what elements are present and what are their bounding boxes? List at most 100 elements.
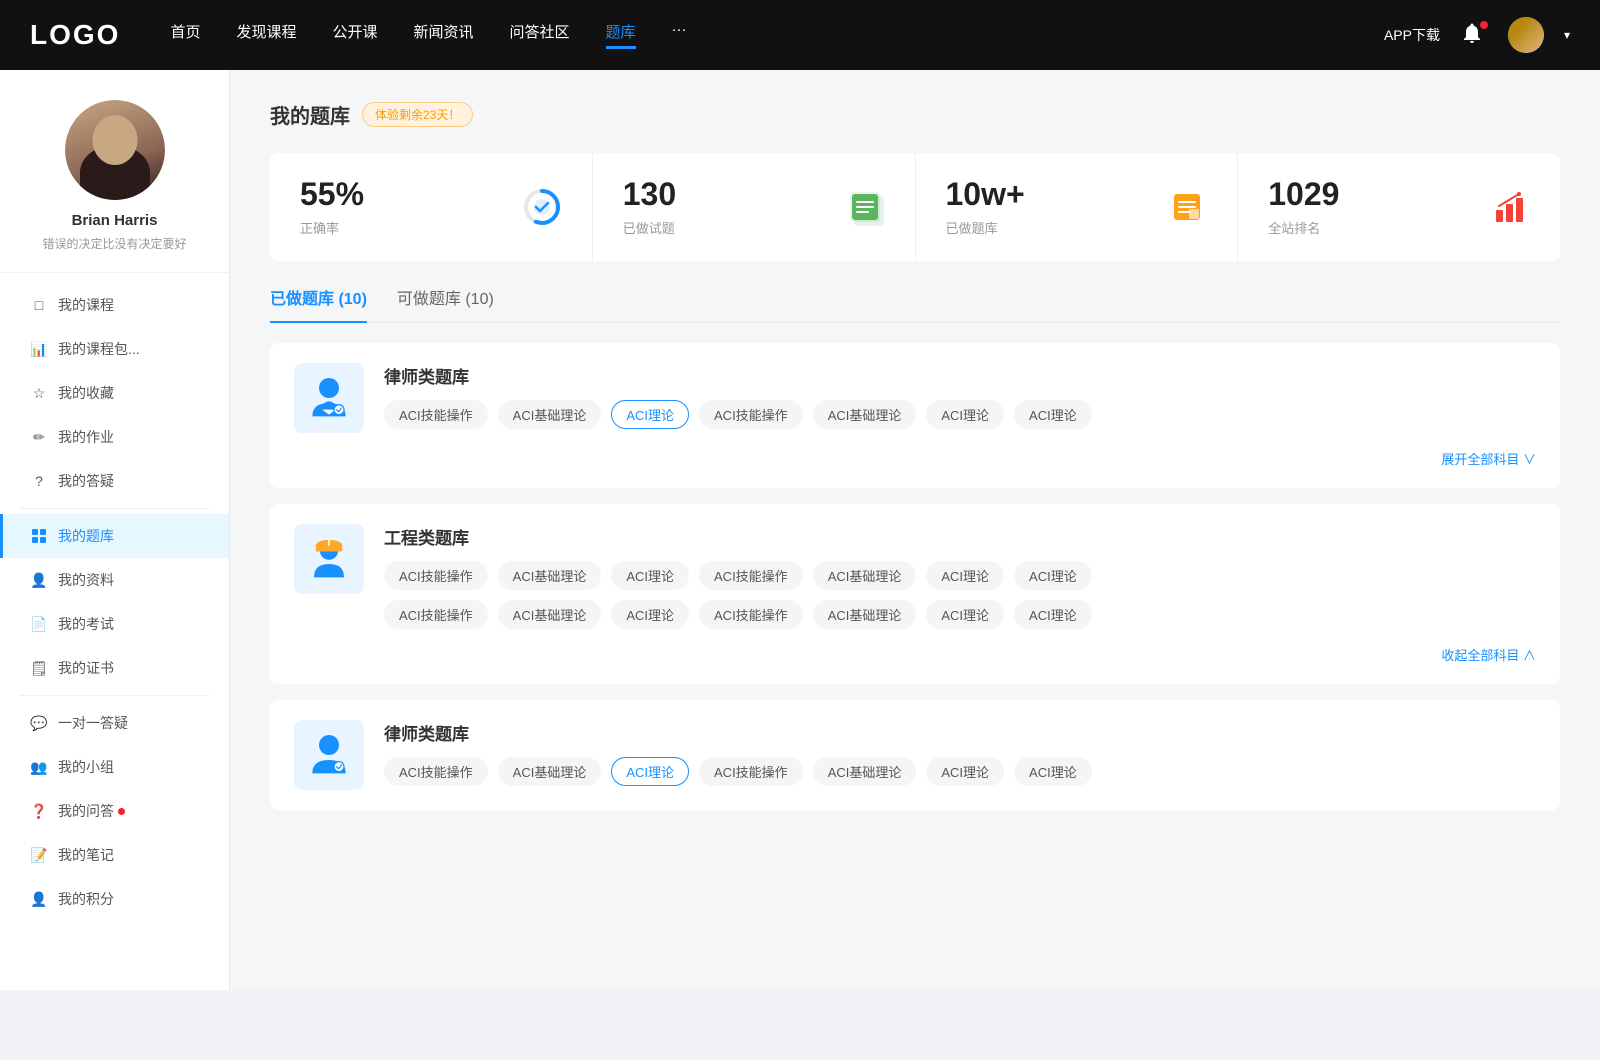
stat-questions-done: 130 已做试题 <box>593 153 916 261</box>
question-circle-icon: ? <box>30 472 48 490</box>
tag-lawyer-1-1[interactable]: ACI基础理论 <box>498 400 602 429</box>
navbar-right: APP下载 ▾ <box>1384 17 1570 53</box>
tags-lawyer-2: ACI技能操作 ACI基础理论 ACI理论 ACI技能操作 ACI基础理论 AC… <box>384 757 1536 786</box>
navbar: LOGO 首页 发现课程 公开课 新闻资讯 问答社区 题库 ··· APP下载 … <box>0 0 1600 70</box>
sidebar-item-homework[interactable]: ✏ 我的作业 <box>0 415 229 459</box>
tag-eng-0[interactable]: ACI技能操作 <box>384 561 488 590</box>
page-wrapper: Brian Harris 错误的决定比没有决定要好 □ 我的课程 📊 我的课程包… <box>0 70 1600 990</box>
sidebar-item-my-courses[interactable]: □ 我的课程 <box>0 283 229 327</box>
points-icon: 👤 <box>30 890 48 908</box>
sidebar-item-groups[interactable]: 👥 我的小组 <box>0 745 229 789</box>
tag-eng-5[interactable]: ACI理论 <box>926 561 1004 590</box>
notification-bell[interactable] <box>1460 21 1488 49</box>
tag-eng-6[interactable]: ACI理论 <box>1014 561 1092 590</box>
stat-questions-label: 已做试题 <box>623 218 829 237</box>
notes-icon: 📝 <box>30 846 48 864</box>
tag-eng-9[interactable]: ACI理论 <box>611 600 689 629</box>
tag-eng-11[interactable]: ACI基础理论 <box>813 600 917 629</box>
tag-lawyer-1-5[interactable]: ACI理论 <box>926 400 1004 429</box>
tags-engineer-row2: ACI技能操作 ACI基础理论 ACI理论 ACI技能操作 ACI基础理论 AC… <box>384 600 1536 629</box>
tag-lawyer-1-6[interactable]: ACI理论 <box>1014 400 1092 429</box>
tag-lawyer-2-1[interactable]: ACI基础理论 <box>498 757 602 786</box>
tags-lawyer-1: ACI技能操作 ACI基础理论 ACI理论 ACI技能操作 ACI基础理论 AC… <box>384 400 1536 429</box>
tag-lawyer-2-2[interactable]: ACI理论 <box>611 757 689 786</box>
tag-lawyer-2-0[interactable]: ACI技能操作 <box>384 757 488 786</box>
profile-motto: 错误的决定比没有决定要好 <box>42 235 186 252</box>
sidebar-item-my-qa[interactable]: ❓ 我的问答 <box>0 789 229 833</box>
sidebar-item-exams[interactable]: 📄 我的考试 <box>0 602 229 646</box>
nav-open-course[interactable]: 公开课 <box>332 21 377 49</box>
page-title: 我的题库 <box>270 100 350 129</box>
sidebar-item-materials[interactable]: 👤 我的资料 <box>0 558 229 602</box>
sidebar-item-course-packages[interactable]: 📊 我的课程包... <box>0 327 229 371</box>
stat-rank: 1029 全站排名 <box>1238 153 1560 261</box>
sidebar-item-qa[interactable]: ? 我的答疑 <box>0 459 229 503</box>
tag-lawyer-1-0[interactable]: ACI技能操作 <box>384 400 488 429</box>
bank-icon-engineer <box>294 524 364 594</box>
tag-eng-13[interactable]: ACI理论 <box>1014 600 1092 629</box>
tabs-row: 已做题库 (10) 可做题库 (10) <box>270 285 1560 323</box>
expand-lawyer-1[interactable]: 展开全部科目 ∨ <box>1441 449 1536 468</box>
sidebar-profile: Brian Harris 错误的决定比没有决定要好 <box>0 100 229 273</box>
bank-footer-lawyer-1: 展开全部科目 ∨ <box>294 441 1536 468</box>
tag-lawyer-2-6[interactable]: ACI理论 <box>1014 757 1092 786</box>
bank-info-engineer: 工程类题库 ACI技能操作 ACI基础理论 ACI理论 ACI技能操作 ACI基… <box>384 524 1536 629</box>
sidebar-item-favorites[interactable]: ☆ 我的收藏 <box>0 371 229 415</box>
sidebar-item-question-bank[interactable]: 我的题库 <box>0 514 229 558</box>
sidebar: Brian Harris 错误的决定比没有决定要好 □ 我的课程 📊 我的课程包… <box>0 70 230 990</box>
sidebar-item-certificates[interactable]: 🗒 我的证书 <box>0 646 229 690</box>
group-icon: 👥 <box>30 758 48 776</box>
stat-banks-done: 10w+ 已做题库 <box>916 153 1239 261</box>
nav-more[interactable]: ··· <box>672 21 687 49</box>
nav-qa[interactable]: 问答社区 <box>510 21 570 49</box>
sidebar-item-notes[interactable]: 📝 我的笔记 <box>0 833 229 877</box>
tag-eng-12[interactable]: ACI理论 <box>926 600 1004 629</box>
tags-engineer-row1: ACI技能操作 ACI基础理论 ACI理论 ACI技能操作 ACI基础理论 AC… <box>384 561 1536 590</box>
sidebar-item-one-on-one[interactable]: 💬 一对一答疑 <box>0 701 229 745</box>
tag-eng-4[interactable]: ACI基础理论 <box>813 561 917 590</box>
rank-icon <box>1490 187 1530 227</box>
nav-home[interactable]: 首页 <box>170 21 200 49</box>
tag-lawyer-1-4[interactable]: ACI基础理论 <box>813 400 917 429</box>
stat-banks-label: 已做题库 <box>946 218 1152 237</box>
stat-accuracy-value: 55% <box>300 177 506 212</box>
questions-icon <box>845 187 885 227</box>
nav-discover[interactable]: 发现课程 <box>236 21 296 49</box>
qa-icon: ❓ <box>30 802 48 820</box>
sidebar-item-points[interactable]: 👤 我的积分 <box>0 877 229 921</box>
stat-rank-value: 1029 <box>1268 177 1474 212</box>
tag-eng-10[interactable]: ACI技能操作 <box>699 600 803 629</box>
bank-name-lawyer-2: 律师类题库 <box>384 720 1536 745</box>
tag-lawyer-2-5[interactable]: ACI理论 <box>926 757 1004 786</box>
accuracy-icon <box>522 187 562 227</box>
avatar <box>65 100 165 200</box>
app-download-button[interactable]: APP下载 <box>1384 25 1440 45</box>
bank-footer-engineer: 收起全部科目 ∧ <box>294 637 1536 664</box>
tag-eng-2[interactable]: ACI理论 <box>611 561 689 590</box>
tag-eng-7[interactable]: ACI技能操作 <box>384 600 488 629</box>
bank-info-lawyer-1: 律师类题库 ACI技能操作 ACI基础理论 ACI理论 ACI技能操作 ACI基… <box>384 363 1536 429</box>
message-icon: 💬 <box>30 714 48 732</box>
bank-name-lawyer-1: 律师类题库 <box>384 363 1536 388</box>
tag-lawyer-1-3[interactable]: ACI技能操作 <box>699 400 803 429</box>
tag-lawyer-2-3[interactable]: ACI技能操作 <box>699 757 803 786</box>
tag-eng-3[interactable]: ACI技能操作 <box>699 561 803 590</box>
stat-banks-value: 10w+ <box>946 177 1152 212</box>
logo: LOGO <box>30 19 120 51</box>
tag-eng-1[interactable]: ACI基础理论 <box>498 561 602 590</box>
qa-dot <box>118 808 125 815</box>
tab-done[interactable]: 已做题库 (10) <box>270 285 367 321</box>
user-avatar[interactable] <box>1508 17 1544 53</box>
bar-chart-icon: 📊 <box>30 340 48 358</box>
tag-lawyer-1-2[interactable]: ACI理论 <box>611 400 689 429</box>
star-icon: ☆ <box>30 384 48 402</box>
notification-dot <box>1480 21 1488 29</box>
tag-lawyer-2-4[interactable]: ACI基础理论 <box>813 757 917 786</box>
collapse-engineer[interactable]: 收起全部科目 ∧ <box>1441 645 1536 664</box>
nav-questions[interactable]: 题库 <box>606 21 636 49</box>
user-menu-chevron[interactable]: ▾ <box>1564 28 1570 42</box>
tab-available[interactable]: 可做题库 (10) <box>397 285 494 321</box>
stat-rank-label: 全站排名 <box>1268 218 1474 237</box>
nav-news[interactable]: 新闻资讯 <box>414 21 474 49</box>
tag-eng-8[interactable]: ACI基础理论 <box>498 600 602 629</box>
